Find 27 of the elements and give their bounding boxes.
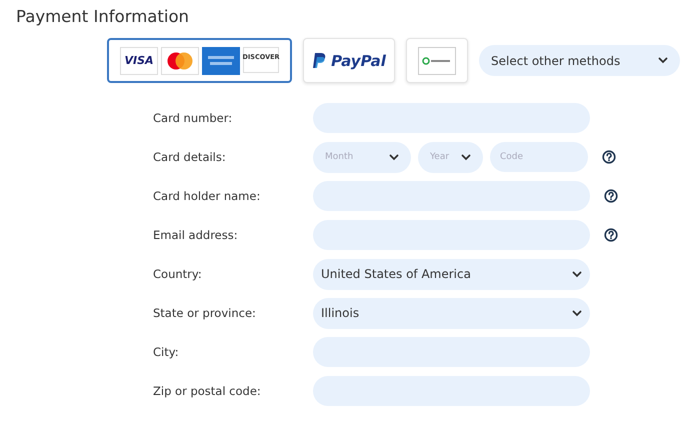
field-label: Card holder name:: [153, 189, 262, 203]
chevron-icon: [572, 270, 582, 278]
payment-method-tile[interactable]: [406, 38, 468, 83]
chevron-icon: [389, 154, 399, 160]
field-label: State or province:: [153, 306, 257, 320]
field-label: City:: [153, 345, 180, 359]
chevron-icon: [572, 310, 582, 316]
chevron-icon: [461, 154, 471, 160]
payment-method-tile[interactable]: PayPal: [303, 38, 395, 83]
select-field[interactable]: United States of America: [313, 258, 590, 290]
mastercard-logo-icon: [165, 50, 195, 70]
visa-logo: VISA: [120, 46, 158, 74]
payment-logo-icon: [422, 56, 452, 66]
section-title: Payment Information: [16, 7, 189, 26]
payment-method-dropdown[interactable]: Select other methods: [479, 45, 680, 76]
field-label: Card details:: [153, 150, 227, 164]
select-field[interactable]: Illinois: [313, 298, 590, 328]
field-label: Country:: [153, 267, 203, 281]
help-icon[interactable]: [602, 150, 616, 164]
help-icon[interactable]: [604, 228, 618, 242]
chevron-icon: [658, 57, 668, 64]
paypal-logo-text: PayPal: [331, 52, 386, 70]
field-label: Email address:: [153, 228, 239, 242]
help-icon[interactable]: [604, 189, 618, 203]
paypal-p-icon: [312, 52, 326, 70]
field-label: Zip or postal code:: [153, 384, 262, 398]
field-label: Card number:: [153, 111, 234, 125]
